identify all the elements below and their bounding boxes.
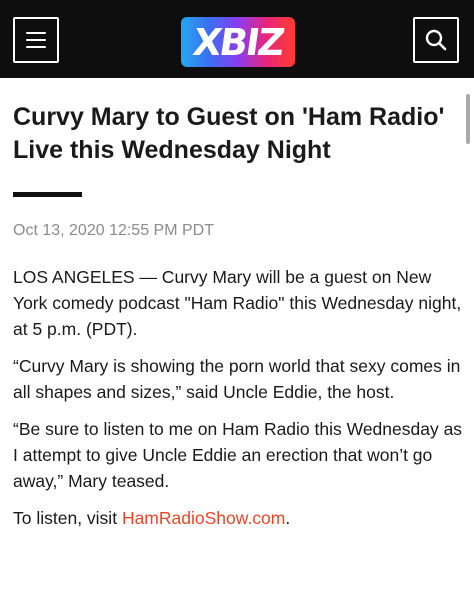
scrollbar-thumb[interactable] — [466, 94, 470, 144]
article-date: Oct 13, 2020 12:55 PM PDT — [13, 222, 214, 239]
menu-button[interactable] — [13, 17, 59, 63]
listen-prefix: To listen, visit — [13, 508, 122, 528]
listen-paragraph: To listen, visit HamRadioShow.com. — [13, 505, 463, 531]
headline-divider — [13, 192, 82, 197]
article-body: LOS ANGELES — Curvy Mary will be a guest… — [13, 264, 463, 542]
search-icon — [425, 29, 447, 51]
top-navigation-bar: XBIZ — [0, 0, 474, 78]
logo-text: XBIZ — [190, 21, 286, 64]
article-paragraph: “Curvy Mary is showing the porn world th… — [13, 356, 461, 402]
ham-radio-link[interactable]: HamRadioShow.com — [122, 508, 285, 528]
hamburger-menu-icon — [26, 32, 46, 34]
xbiz-logo[interactable]: XBIZ — [181, 17, 295, 67]
search-button[interactable] — [413, 17, 459, 63]
article-paragraph: LOS ANGELES — Curvy Mary will be a guest… — [13, 267, 462, 339]
listen-suffix: . — [285, 508, 291, 528]
article-headline: Curvy Mary to Guest on 'Ham Radio' Live … — [13, 103, 445, 164]
article-paragraph: “Be sure to listen to me on Ham Radio th… — [13, 419, 463, 491]
